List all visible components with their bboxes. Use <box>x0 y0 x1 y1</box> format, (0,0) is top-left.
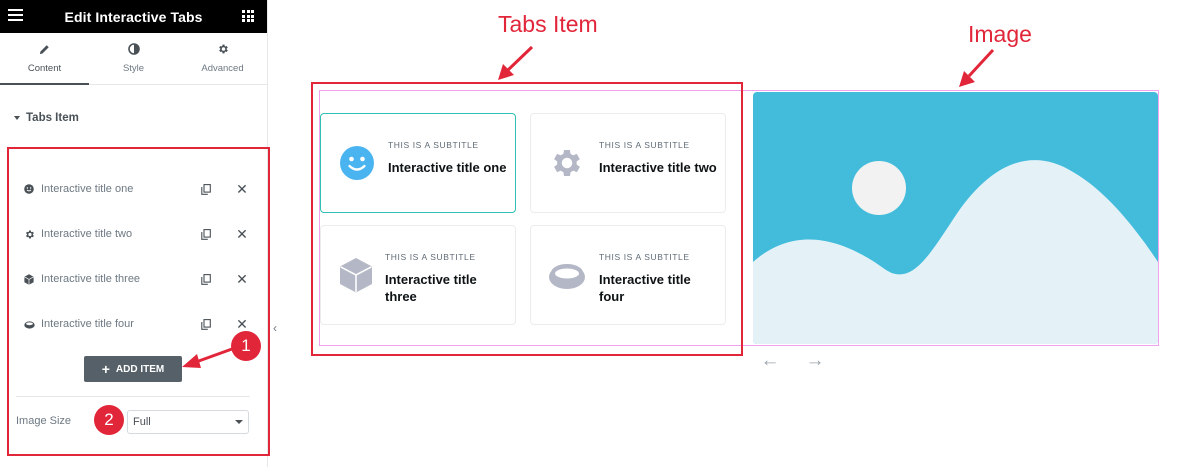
tab-content[interactable]: Content <box>0 33 89 85</box>
annotation-tabs-item-label: Tabs Item <box>498 11 598 37</box>
cube-icon <box>23 273 35 285</box>
panel-title: Edit Interactive Tabs <box>64 8 203 25</box>
repeater-item-one[interactable]: Interactive title one ✕ <box>23 171 248 207</box>
tab-card-four[interactable]: THIS IS A SUBTITLE Interactive title fou… <box>530 225 726 325</box>
card-title: Interactive title two <box>599 160 717 175</box>
section-title: Tabs Item <box>26 112 79 124</box>
editor-panel: Edit Interactive Tabs Content Style Adva… <box>0 0 270 467</box>
close-icon[interactable]: ✕ <box>236 181 248 197</box>
duplicate-icon[interactable] <box>200 228 212 240</box>
card-subtitle: THIS IS A SUBTITLE <box>385 252 476 262</box>
widgets-grid-icon[interactable] <box>242 10 254 22</box>
repeater-item-three[interactable]: Interactive title three ✕ <box>23 261 248 297</box>
close-icon[interactable]: ✕ <box>236 271 248 287</box>
editor-window: Edit Interactive Tabs Content Style Adva… <box>0 0 1177 467</box>
tab-style-label: Style <box>122 63 145 74</box>
caret-down-icon <box>14 116 20 120</box>
add-item-button[interactable]: + ADD ITEM <box>84 356 182 382</box>
repeater-item-label: Interactive title four <box>41 318 134 330</box>
annotation-arrow-tabs-item <box>498 45 534 80</box>
card-title: Interactive title four <box>599 272 691 304</box>
panel-header: Edit Interactive Tabs <box>0 0 267 33</box>
slider-next-arrow-icon[interactable]: → <box>806 350 825 371</box>
divider <box>16 396 250 397</box>
cube-icon <box>337 256 375 294</box>
tab-advanced-label: Advanced <box>201 63 244 74</box>
annotation-arrow-image <box>959 48 995 87</box>
tab-content-label: Content <box>27 63 62 74</box>
panel-tabs: Content Style Advanced <box>0 33 267 85</box>
card-subtitle: THIS IS A SUBTITLE <box>599 252 690 262</box>
pencil-icon <box>39 43 51 55</box>
add-item-label: ADD ITEM <box>115 363 165 375</box>
panel-body: Tabs Item <box>0 103 267 133</box>
plus-icon: + <box>101 361 110 377</box>
gear-icon <box>217 43 229 55</box>
duplicate-icon[interactable] <box>200 273 212 285</box>
card-title: Interactive title one <box>388 160 507 175</box>
annotation-image-label: Image <box>968 21 1032 47</box>
close-icon[interactable]: ✕ <box>236 316 248 332</box>
image-size-value: Full <box>133 416 151 428</box>
section-tabs-item[interactable]: Tabs Item <box>14 103 253 133</box>
repeater-item-label: Interactive title three <box>41 273 141 285</box>
tab-style[interactable]: Style <box>89 33 178 84</box>
smile-icon <box>338 144 376 182</box>
tab-advanced[interactable]: Advanced <box>178 33 267 84</box>
card-title: Interactive title three <box>385 272 477 304</box>
ring-icon <box>23 318 35 330</box>
duplicate-icon[interactable] <box>200 183 212 195</box>
duplicate-icon[interactable] <box>200 318 212 330</box>
tab-card-one[interactable]: THIS IS A SUBTITLE Interactive title one <box>320 113 516 213</box>
tabs-repeater: Interactive title one ✕ Interactive titl… <box>7 147 270 456</box>
image-size-label: Image Size <box>16 415 72 427</box>
repeater-item-four[interactable]: Interactive title four ✕ <box>23 306 248 342</box>
repeater-item-label: Interactive title one <box>41 183 134 195</box>
card-subtitle: THIS IS A SUBTITLE <box>599 140 690 150</box>
tab-card-three[interactable]: THIS IS A SUBTITLE Interactive title thr… <box>320 225 516 325</box>
smile-icon <box>23 183 35 195</box>
tab-card-two[interactable]: THIS IS A SUBTITLE Interactive title two <box>530 113 726 213</box>
image-size-select[interactable]: Full <box>127 410 249 434</box>
ring-icon <box>548 256 586 294</box>
placeholder-image-icon <box>753 92 1158 344</box>
repeater-item-label: Interactive title two <box>41 228 133 240</box>
collapse-panel-icon[interactable]: ‹ <box>268 306 282 350</box>
chevron-down-icon <box>235 420 243 424</box>
menu-icon[interactable] <box>8 9 23 21</box>
gear-icon <box>548 144 586 182</box>
annotation-badge-2: 2 <box>94 405 124 435</box>
repeater-item-two[interactable]: Interactive title two ✕ <box>23 216 248 252</box>
close-icon[interactable]: ✕ <box>236 226 248 242</box>
card-subtitle: THIS IS A SUBTITLE <box>388 140 479 150</box>
annotation-badge-1: 1 <box>231 331 261 361</box>
gear-icon <box>23 228 35 240</box>
half-circle-icon <box>127 43 140 55</box>
slider-prev-arrow-icon[interactable]: ← <box>761 350 780 371</box>
